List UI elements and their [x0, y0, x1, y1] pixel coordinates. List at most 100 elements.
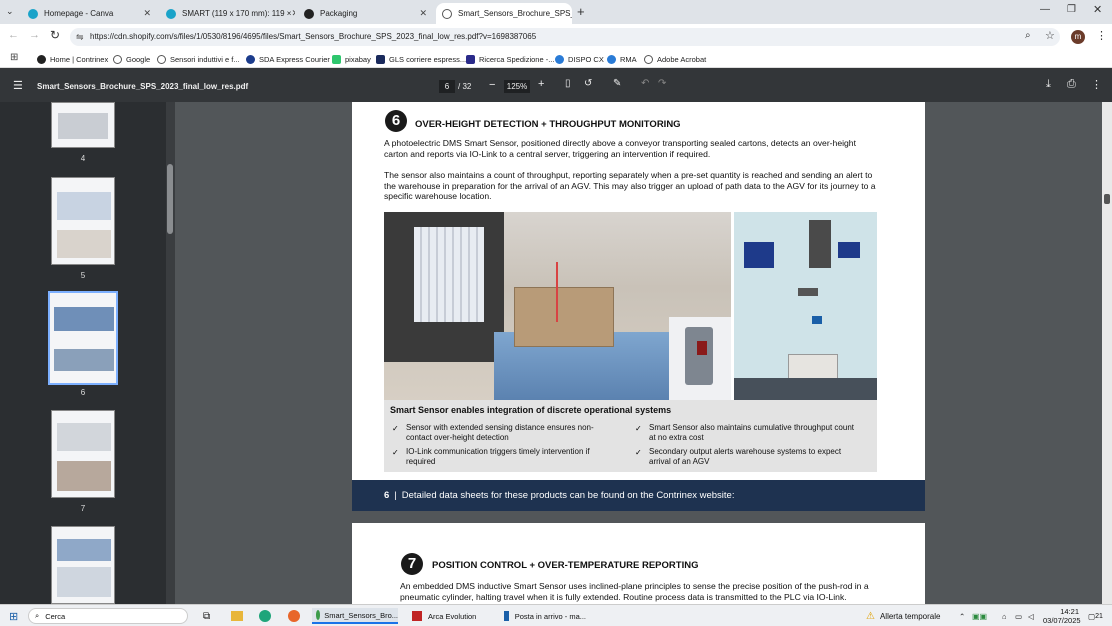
bookmark-gls[interactable]: GLS corriere espress... — [376, 53, 466, 65]
bookmark-contrinex[interactable]: Home | Contrinex — [37, 53, 108, 65]
tab-label: SMART (119 x 170 mm): 119 × — [182, 9, 292, 18]
warning-icon: ⚠ — [866, 610, 875, 622]
thumbnail-page-5[interactable] — [51, 177, 115, 265]
section-number-badge: 6 — [385, 110, 407, 132]
start-button[interactable]: ⊞ — [9, 608, 18, 624]
annotate-icon[interactable]: ✎ — [613, 78, 621, 89]
cloud-icon — [555, 54, 564, 64]
site-info-icon[interactable]: ⇋ — [76, 28, 84, 46]
tab-pdf[interactable]: Smart_Sensors_Brochure_SPS_2 ✕ — [436, 3, 572, 24]
profile-avatar[interactable]: m — [1071, 30, 1085, 44]
bookmark-label: Adobe Acrobat — [657, 54, 707, 64]
thumbnail-label: 5 — [80, 271, 86, 280]
tab-label: Smart_Sensors_Brochure_SPS_2 — [458, 9, 572, 18]
bookmark-sda[interactable]: SDA Express Courier — [246, 53, 330, 65]
weather-widget[interactable]: ⚠ Allerta temporale — [866, 608, 940, 624]
taskbar-app-chrome[interactable]: Smart_Sensors_Bro... — [312, 608, 398, 624]
firefox-icon[interactable] — [288, 608, 300, 624]
edge-icon[interactable] — [259, 608, 271, 624]
page-total: / 32 — [458, 82, 472, 91]
window-close-button[interactable]: ✕ — [1093, 3, 1102, 16]
brt-icon — [466, 54, 475, 64]
address-bar[interactable]: ⇋ https://cdn.shopify.com/s/files/1/0530… — [70, 28, 1060, 46]
redo-icon[interactable]: ↷ — [658, 78, 666, 89]
weather-label: Allerta temporale — [879, 611, 941, 621]
thumbnail-page-4[interactable] — [51, 102, 115, 148]
canva-icon — [166, 8, 176, 19]
forward-icon[interactable]: → — [29, 29, 40, 41]
sidebar-scroll-thumb[interactable] — [167, 164, 173, 234]
maximize-button[interactable]: ❐ — [1067, 4, 1076, 15]
section-paragraph: An embedded DMS inductive Smart Sensor u… — [400, 581, 869, 602]
zoom-input[interactable]: 125% — [504, 80, 530, 93]
bookmark-star-icon[interactable]: ☆ — [1045, 29, 1055, 42]
apps-grid-icon[interactable]: ⊞ — [10, 52, 18, 63]
more-options-icon[interactable]: ⋮ — [1091, 78, 1102, 91]
bookmark-label: RMA — [620, 54, 637, 64]
back-icon[interactable]: ← — [8, 29, 19, 41]
close-icon[interactable]: ✕ — [419, 8, 427, 19]
section-title: OVER-HEIGHT DETECTION + THROUGHPUT MONIT… — [415, 119, 681, 130]
zoom-in-button[interactable]: + — [538, 78, 544, 90]
bookmark-sensori[interactable]: Sensori induttivi e f... — [157, 53, 240, 65]
globe-icon — [644, 54, 653, 64]
close-icon[interactable]: ✕ — [291, 8, 295, 19]
bookmark-dispo[interactable]: DISPO CX — [555, 53, 604, 65]
minimize-button[interactable]: — — [1040, 4, 1050, 15]
bookmark-pixabay[interactable]: pixabay — [332, 53, 371, 65]
tray-apps-icon[interactable]: ▣▣ — [972, 608, 987, 624]
check-icon: ✓ — [635, 448, 642, 457]
hamburger-menu-icon[interactable]: ☰ — [13, 79, 23, 92]
page-number-input[interactable]: 6 — [439, 80, 455, 93]
tab-packaging[interactable]: Packaging ✕ — [298, 3, 433, 24]
file-explorer-icon[interactable] — [231, 608, 243, 624]
clock[interactable]: 14:21 03/07/2025 — [1043, 607, 1081, 625]
globe-icon — [113, 54, 122, 64]
fit-page-icon[interactable]: ▯ — [565, 78, 571, 89]
tab-canva[interactable]: Homepage - Canva ✕ — [22, 3, 157, 24]
zoom-out-button[interactable]: − — [489, 79, 495, 91]
viewer-scroll-thumb[interactable] — [1104, 194, 1110, 204]
notification-badge[interactable]: ▢ 21 — [1088, 608, 1103, 624]
new-tab-button[interactable]: + — [577, 4, 585, 19]
zoom-icon[interactable]: ⌕ — [1025, 30, 1031, 41]
taskbar-app-outlook[interactable]: Posta in arrivo - ma... — [500, 608, 586, 624]
display-icon[interactable]: ▭ — [1015, 608, 1022, 624]
menu-icon[interactable]: ⋮ — [1096, 29, 1107, 42]
thumbnail-label: 7 — [80, 504, 86, 513]
thumbnail-page-8[interactable] — [51, 526, 115, 604]
sidebar-scrollbar[interactable] — [166, 102, 175, 604]
bookmark-rma[interactable]: RMA — [607, 53, 637, 65]
benefits-box: Smart Sensor enables integration of disc… — [384, 400, 877, 472]
taskbar-app-arca[interactable]: Arca Evolution — [408, 608, 494, 624]
check-icon: ✓ — [392, 448, 399, 457]
section-number-badge: 7 — [401, 553, 423, 575]
thumbnail-page-6-selected[interactable] — [48, 291, 118, 385]
download-icon[interactable]: ⤓ — [1046, 78, 1051, 91]
tray-chevron-icon[interactable]: ⌃ — [959, 608, 965, 624]
footer-page-number: 6 — [384, 490, 390, 501]
search-box[interactable]: ⌕ Cerca — [28, 608, 188, 624]
close-icon[interactable]: ✕ — [143, 8, 151, 19]
tab-smart[interactable]: SMART (119 x 170 mm): 119 × ✕ — [160, 3, 295, 24]
task-view-icon[interactable]: ⧉ — [203, 608, 210, 624]
bookmark-acrobat[interactable]: Adobe Acrobat — [644, 53, 706, 65]
print-icon[interactable]: ⎙ — [1067, 78, 1076, 91]
bookmark-google[interactable]: Google — [113, 53, 150, 65]
tab-label: Packaging — [320, 9, 358, 18]
bookmark-label: Ricerca Spedizione -... — [479, 54, 555, 64]
globe-icon — [442, 8, 452, 19]
bookmark-ricerca[interactable]: Ricerca Spedizione -... — [466, 53, 554, 65]
tab-bar: ⌄ Homepage - Canva ✕ SMART (119 x 170 mm… — [0, 0, 1112, 24]
speaker-icon[interactable]: ◁ — [1028, 608, 1034, 624]
network-icon[interactable]: ⌂ — [1002, 608, 1007, 624]
tab-list-button[interactable]: ⌄ — [6, 6, 14, 17]
viewer-scrollbar[interactable] — [1102, 102, 1112, 604]
thumbnail-page-7[interactable] — [51, 410, 115, 498]
reload-icon[interactable]: ↻ — [50, 28, 60, 42]
chat-icon: ▢ — [1088, 611, 1096, 621]
rotate-icon[interactable]: ↺ — [584, 78, 592, 89]
benefits-title: Smart Sensor enables integration of disc… — [390, 405, 672, 415]
undo-icon[interactable]: ↶ — [641, 78, 649, 89]
section-title: POSITION CONTROL + OVER-TEMPERATURE REPO… — [432, 560, 699, 571]
